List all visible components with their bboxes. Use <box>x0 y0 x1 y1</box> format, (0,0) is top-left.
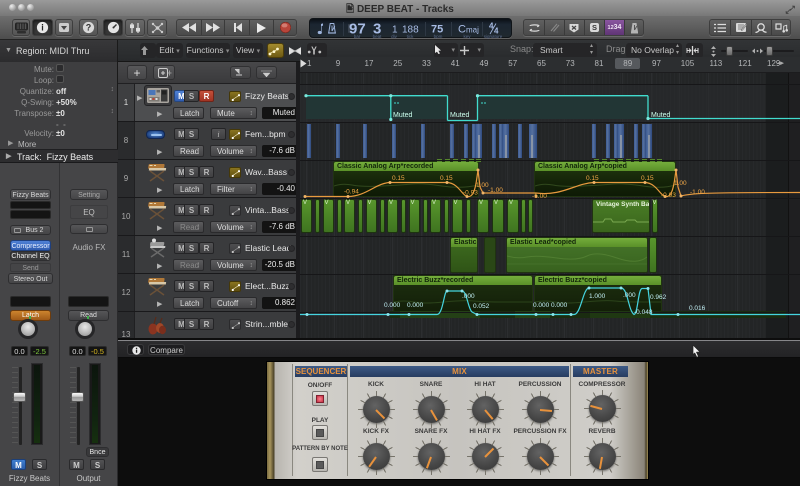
svg-text:0.15: 0.15 <box>586 175 599 182</box>
svg-text:0.052: 0.052 <box>473 303 490 310</box>
svg-text:0.000: 0.000 <box>384 302 401 309</box>
svg-text:0.15: 0.15 <box>392 175 405 182</box>
svg-text:S: S <box>591 23 596 32</box>
svg-text:1.000: 1.000 <box>589 293 606 300</box>
svg-text:0.15: 0.15 <box>641 175 654 182</box>
svg-text:0.000: 0.000 <box>551 302 568 309</box>
svg-text:0.016: 0.016 <box>689 305 706 312</box>
svg-text:-1.00: -1.00 <box>488 187 503 194</box>
svg-text:.000: .000 <box>623 292 636 299</box>
svg-text:bpm: bpm <box>434 34 443 39</box>
svg-text:?: ? <box>86 22 92 32</box>
svg-text:key: key <box>463 34 471 39</box>
svg-text:0.000: 0.000 <box>407 302 424 309</box>
svg-text:-1.00: -1.00 <box>532 193 547 200</box>
svg-text:-0.93: -0.93 <box>661 192 676 199</box>
svg-text:-0.94: -0.94 <box>344 189 359 196</box>
svg-text:1.00: 1.00 <box>674 180 687 187</box>
svg-text:0.962: 0.962 <box>650 294 667 301</box>
svg-text:-1.00: -1.00 <box>690 189 705 196</box>
svg-text:Muted: Muted <box>450 112 470 119</box>
svg-text:Muted: Muted <box>651 112 671 119</box>
svg-text:-0.048: -0.048 <box>634 309 653 316</box>
svg-text:0.15: 0.15 <box>440 175 453 182</box>
svg-text:signature: signature <box>484 34 503 39</box>
svg-text:div: div <box>391 34 398 39</box>
svg-text:-0.93: -0.93 <box>463 190 478 197</box>
svg-text:0.000: 0.000 <box>533 302 550 309</box>
svg-text:i: i <box>41 23 44 33</box>
svg-text:bar: bar <box>354 34 361 39</box>
svg-text:beat: beat <box>373 34 383 39</box>
svg-text:.000: .000 <box>462 293 475 300</box>
svg-text:Muted: Muted <box>393 112 413 119</box>
svg-text:tick: tick <box>407 34 415 39</box>
